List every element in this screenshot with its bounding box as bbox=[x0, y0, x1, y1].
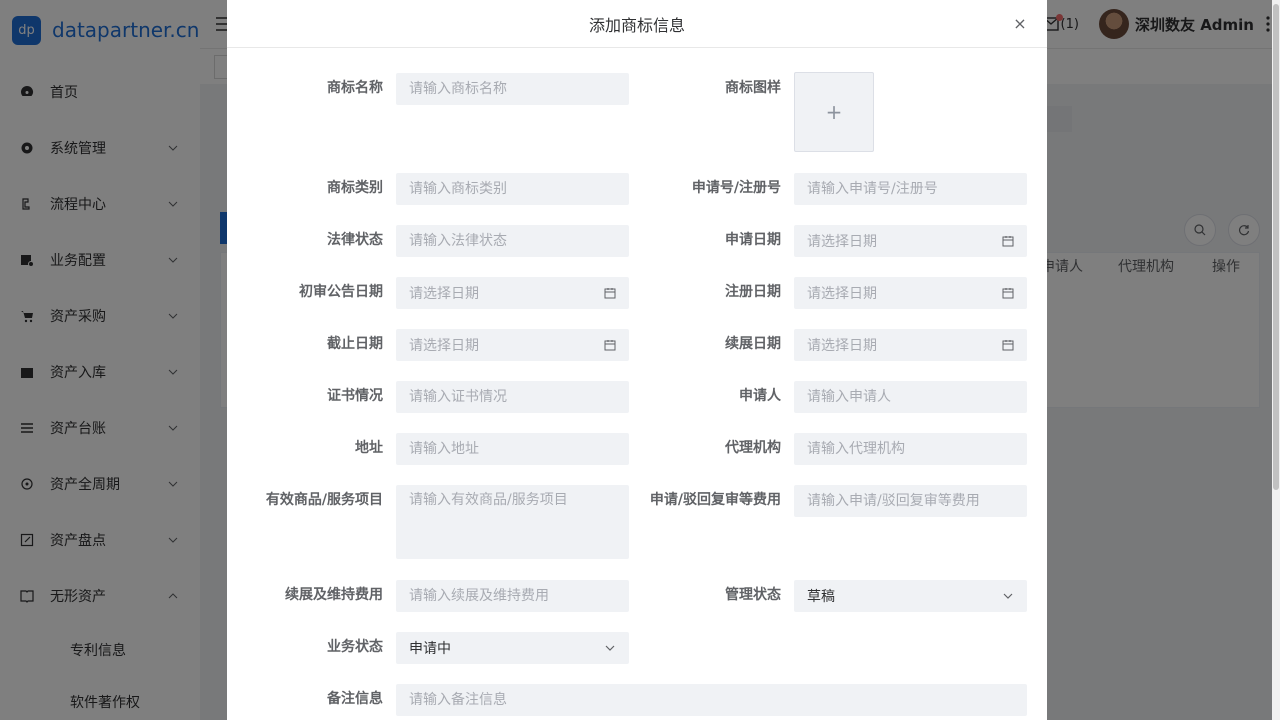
goods-services-textarea[interactable] bbox=[396, 485, 629, 559]
add-trademark-dialog: 添加商标信息 × 商标名称 商标图样 + 商标类别 申请号/注册号 法律状态 申… bbox=[227, 0, 1047, 720]
certificate-input[interactable] bbox=[396, 381, 629, 413]
dialog-title: 添加商标信息 bbox=[588, 15, 685, 35]
management-status-select[interactable]: 草稿 bbox=[794, 580, 1027, 612]
application-date-picker[interactable]: 请选择日期 bbox=[794, 225, 1027, 257]
page-scrollbar[interactable] bbox=[1272, 0, 1280, 720]
label-legal-status: 法律状态 bbox=[327, 232, 383, 248]
label-application-number: 申请号/注册号 bbox=[691, 180, 781, 196]
date-placeholder: 请选择日期 bbox=[409, 338, 479, 354]
registration-date-picker[interactable]: 请选择日期 bbox=[794, 277, 1027, 309]
calendar-icon bbox=[604, 288, 616, 299]
label-renewal-date: 续展日期 bbox=[725, 336, 781, 352]
label-agency: 代理机构 bbox=[725, 440, 781, 456]
plus-icon: + bbox=[825, 100, 843, 124]
calendar-icon bbox=[1002, 236, 1014, 247]
label-goods-services: 有效商品/服务项目 bbox=[265, 492, 383, 508]
label-application-date: 申请日期 bbox=[725, 232, 781, 248]
selected-value: 草稿 bbox=[807, 589, 835, 605]
address-input[interactable] bbox=[396, 433, 629, 465]
remark-input[interactable] bbox=[396, 684, 1027, 716]
label-review-fee: 申请/驳回复审等费用 bbox=[649, 492, 781, 508]
review-fee-input[interactable] bbox=[794, 485, 1027, 517]
business-status-select[interactable]: 申请中 bbox=[396, 632, 629, 664]
agency-input[interactable] bbox=[794, 433, 1027, 465]
label-registration-date: 注册日期 bbox=[725, 284, 781, 300]
date-placeholder: 请选择日期 bbox=[807, 286, 877, 302]
date-placeholder: 请选择日期 bbox=[807, 338, 877, 354]
preliminary-date-picker[interactable]: 请选择日期 bbox=[396, 277, 629, 309]
label-certificate: 证书情况 bbox=[327, 388, 383, 404]
label-trademark-category: 商标类别 bbox=[327, 180, 383, 196]
date-placeholder: 请选择日期 bbox=[807, 234, 877, 250]
label-address: 地址 bbox=[355, 440, 383, 456]
renewal-fee-input[interactable] bbox=[396, 580, 629, 612]
date-placeholder: 请选择日期 bbox=[409, 286, 479, 302]
label-remark: 备注信息 bbox=[327, 691, 383, 707]
chevron-down-icon bbox=[605, 645, 615, 651]
label-trademark-image: 商标图样 bbox=[725, 80, 781, 96]
calendar-icon bbox=[604, 340, 616, 351]
close-icon[interactable]: × bbox=[1013, 14, 1027, 33]
chevron-down-icon bbox=[1003, 593, 1013, 599]
label-expiry-date: 截止日期 bbox=[327, 336, 383, 352]
label-management-status: 管理状态 bbox=[725, 587, 781, 603]
label-renewal-fee: 续展及维持费用 bbox=[285, 587, 383, 603]
trademark-image-upload[interactable]: + bbox=[794, 72, 874, 152]
label-applicant: 申请人 bbox=[739, 388, 781, 404]
calendar-icon bbox=[1002, 288, 1014, 299]
applicant-input[interactable] bbox=[794, 381, 1027, 413]
trademark-name-input[interactable] bbox=[396, 73, 629, 105]
selected-value: 申请中 bbox=[409, 641, 451, 657]
trademark-category-input[interactable] bbox=[396, 173, 629, 205]
dialog-header: 添加商标信息 × bbox=[227, 0, 1047, 48]
expiry-date-picker[interactable]: 请选择日期 bbox=[396, 329, 629, 361]
scrollbar-thumb[interactable] bbox=[1273, 4, 1279, 490]
application-number-input[interactable] bbox=[794, 173, 1027, 205]
calendar-icon bbox=[1002, 340, 1014, 351]
label-preliminary-date: 初审公告日期 bbox=[299, 284, 383, 300]
renewal-date-picker[interactable]: 请选择日期 bbox=[794, 329, 1027, 361]
label-business-status: 业务状态 bbox=[327, 639, 383, 655]
label-trademark-name: 商标名称 bbox=[327, 80, 383, 96]
legal-status-input[interactable] bbox=[396, 225, 629, 257]
